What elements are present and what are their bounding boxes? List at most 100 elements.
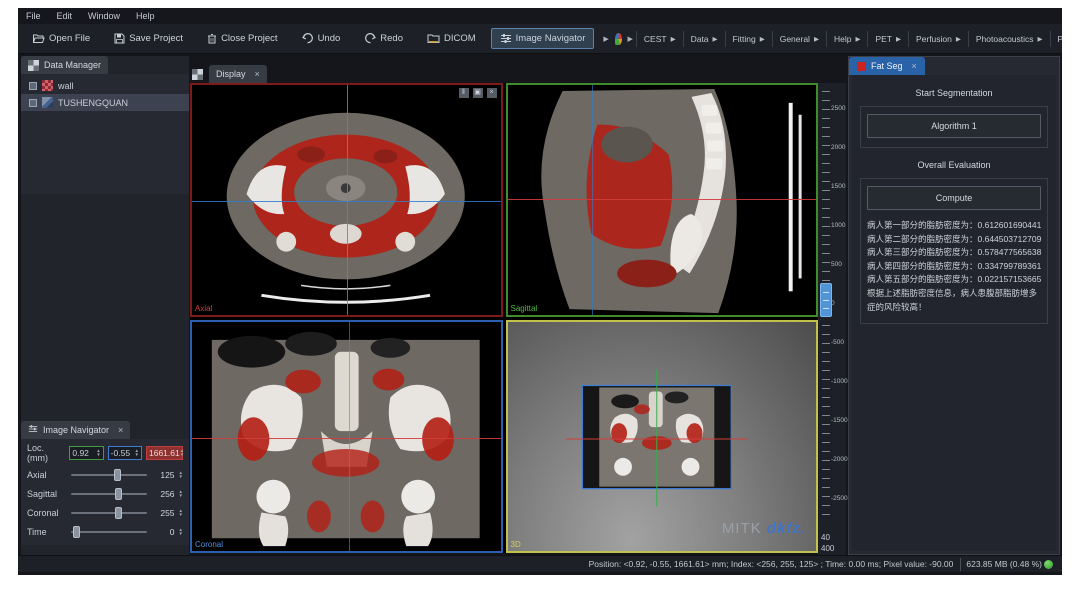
loc-x-spinbox[interactable]: 0.92▲▼ — [69, 446, 103, 460]
image-navigator-label: Image Navigator — [516, 33, 586, 44]
tick-label: -2000 — [831, 456, 848, 463]
overall-evaluation-group: Compute 病人第一部分的脂肪密度为：0.6126016904411238 … — [860, 178, 1048, 324]
slider-thumb[interactable] — [114, 469, 121, 481]
result-line: 病人第一部分的脂肪密度为：0.6126016904411238 — [867, 219, 1041, 233]
viewmenu-photoacoustics[interactable]: Photoacoustics▶ — [968, 31, 1050, 47]
settings-icon[interactable]: × — [487, 88, 497, 98]
undo-label: Undo — [318, 33, 341, 44]
tick-label: -1000 — [831, 378, 848, 385]
image-navigator-button[interactable]: Image Navigator — [491, 28, 595, 49]
loc-label: Loc. (mm) — [27, 443, 65, 463]
spinner-arrows-icon[interactable]: ▲▼ — [179, 471, 183, 479]
tab-image-navigator[interactable]: Image Navigator × — [21, 421, 130, 439]
coronal-crosshair-line[interactable] — [592, 85, 593, 315]
window-value: 400 — [821, 544, 834, 553]
data-manager-panel: Data Manager wall TUSHENGQUAN Imag — [21, 56, 189, 555]
axial-slider[interactable] — [71, 474, 147, 476]
sagittal-crosshair-line[interactable] — [349, 322, 350, 552]
tick-label: 1000 — [831, 222, 845, 229]
dicom-button[interactable]: DICOM — [418, 28, 485, 49]
quad-view-icon — [192, 69, 203, 80]
compute-button[interactable]: Compute — [867, 186, 1041, 210]
close-project-button[interactable]: Close Project — [198, 28, 287, 49]
spinner-arrows-icon[interactable]: ▲▼ — [135, 449, 139, 457]
visibility-checkbox[interactable] — [29, 99, 37, 107]
pin-icon[interactable]: ‖ — [459, 88, 469, 98]
viewmenu-general[interactable]: General▶ — [772, 31, 826, 47]
redo-button[interactable]: Redo — [355, 28, 412, 49]
memory-usage: 623.85 MB (0.48 %) — [960, 558, 1062, 571]
menu-edit[interactable]: Edit — [57, 11, 73, 21]
menu-window[interactable]: Window — [88, 11, 120, 21]
axial-crosshair-line[interactable] — [192, 438, 501, 439]
menu-file[interactable]: File — [26, 11, 41, 21]
save-project-button[interactable]: Save Project — [105, 28, 192, 49]
viewmenu-data[interactable]: Data▶ — [683, 31, 725, 47]
close-icon[interactable]: × — [118, 425, 123, 435]
spinner-arrows-icon[interactable]: ▲▼ — [179, 528, 183, 536]
sagittal-crosshair-line[interactable] — [347, 85, 348, 315]
tab-data-manager[interactable]: Data Manager — [21, 56, 108, 74]
slider-thumb[interactable] — [115, 488, 122, 500]
close-icon[interactable]: × — [912, 61, 917, 71]
time-slider[interactable] — [71, 531, 147, 533]
tick-label: -2500 — [831, 495, 848, 502]
toolbar-overflow-arrow[interactable]: ▶ — [600, 35, 611, 43]
viewmenu-cest[interactable]: CEST▶ — [636, 31, 683, 47]
sagittal-slider-row: Sagittal 256 ▲▼ — [27, 484, 183, 503]
chevron-right-icon: ▶ — [896, 35, 901, 43]
dicom-folder-icon — [427, 33, 440, 44]
coronal-viewport[interactable]: Coronal — [190, 320, 503, 554]
memory-status-icon — [1044, 560, 1053, 569]
loc-y-spinbox[interactable]: -0.55▲▼ — [108, 446, 142, 460]
visibility-checkbox[interactable] — [29, 82, 37, 90]
algorithm-1-button[interactable]: Algorithm 1 — [867, 114, 1041, 138]
level-window-slider[interactable]: 2500 2000 1500 1000 500 0 -500 -1000 -15… — [818, 83, 846, 555]
chevron-right-icon: ▶ — [814, 35, 819, 43]
slider-thumb[interactable] — [73, 526, 80, 538]
data-manager-icon — [28, 60, 39, 71]
coronal-view-label: Coronal — [195, 540, 223, 549]
spinner-arrows-icon[interactable]: ▲▼ — [179, 490, 183, 498]
viewmenu-pet[interactable]: PET▶ — [867, 31, 908, 47]
maximize-icon[interactable]: ▣ — [473, 88, 483, 98]
save-project-label: Save Project — [129, 33, 183, 44]
fat-seg-icon — [857, 62, 866, 71]
slider-thumb[interactable] — [115, 507, 122, 519]
tree-item-tushengquan[interactable]: TUSHENGQUAN — [21, 94, 189, 111]
color-menu-arrow[interactable]: ▶ — [625, 35, 636, 43]
axial-viewport[interactable]: ‖ ▣ × Axial — [190, 83, 503, 317]
coronal-slider[interactable] — [71, 512, 147, 514]
viewmenu-preprocessing[interactable]: Preprocessing▶ — [1050, 31, 1062, 47]
close-icon[interactable]: × — [255, 69, 260, 79]
spinner-arrows-icon[interactable]: ▲▼ — [179, 509, 183, 517]
viewmenu-fitting[interactable]: Fitting▶ — [725, 31, 772, 47]
color-wheel-icon[interactable] — [615, 33, 622, 45]
start-segmentation-header: Start Segmentation — [860, 88, 1048, 98]
close-project-label: Close Project — [221, 33, 278, 44]
sagittal-slider[interactable] — [71, 493, 147, 495]
spinner-arrows-icon[interactable]: ▲▼ — [180, 449, 184, 457]
axial-crosshair-line[interactable] — [508, 199, 817, 200]
undo-icon — [302, 33, 314, 44]
sagittal-viewport[interactable]: Sagittal — [506, 83, 819, 317]
level-window-handle[interactable] — [820, 283, 832, 317]
loc-z-spinbox[interactable]: 1661.61▲▼ — [146, 446, 183, 460]
menu-help[interactable]: Help — [136, 11, 155, 21]
spinner-arrows-icon[interactable]: ▲▼ — [96, 449, 100, 457]
open-file-button[interactable]: Open File — [23, 28, 99, 49]
undo-button[interactable]: Undo — [293, 28, 350, 49]
viewmenu-help[interactable]: Help▶ — [826, 31, 867, 47]
threed-viewport[interactable]: MITK dkfz. 3D — [506, 320, 819, 554]
viewmenu-perfusion[interactable]: Perfusion▶ — [908, 31, 968, 47]
display-editor: Display × — [190, 55, 818, 555]
tick-label: -1500 — [831, 417, 848, 424]
mitk-dkfz-watermark: MITK dkfz. — [722, 520, 806, 537]
tree-item-wall[interactable]: wall — [21, 77, 189, 94]
main-area: Data Manager wall TUSHENGQUAN Imag — [18, 55, 1062, 555]
data-tree: wall TUSHENGQUAN — [21, 74, 189, 194]
tab-fat-seg[interactable]: Fat Seg × — [849, 57, 925, 75]
status-bar: Position: <0.92, -0.55, 1661.61> mm; Ind… — [18, 555, 1062, 572]
tick-label: 500 — [831, 261, 842, 268]
tab-display[interactable]: Display × — [209, 65, 267, 83]
